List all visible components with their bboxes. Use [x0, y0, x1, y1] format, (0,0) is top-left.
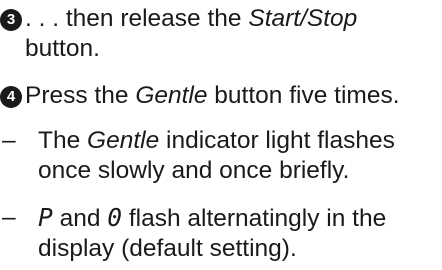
gentle-term: Gentle	[87, 127, 160, 154]
step-3-text-a: . . . then release the	[25, 5, 249, 32]
step-number-badge: 4	[0, 86, 22, 108]
step-4-text: Press the Gentle button five times.	[25, 81, 400, 111]
note-gentle-light-text: The Gentle indicator light flashes once …	[38, 126, 395, 186]
step-3: 3 . . . then release the Start/Stop butt…	[0, 4, 442, 64]
note-1-a: The	[38, 127, 88, 154]
dash-marker: –	[2, 204, 16, 231]
gentle-term: Gentle	[135, 82, 208, 109]
step-4: 4 Press the Gentle button five times.	[0, 81, 442, 111]
step-3-text-b: button.	[25, 35, 100, 62]
note-gentle-light: – The Gentle indicator light flashes onc…	[0, 126, 442, 186]
note-2-mid: and	[52, 205, 108, 232]
note-display-flash: – P and 0 flash alternatingly in the dis…	[0, 203, 442, 264]
note-2-line2: display (default setting).	[38, 235, 297, 262]
step-number-badge: 3	[0, 9, 22, 31]
step-3-text: . . . then release the Start/Stop button…	[25, 4, 357, 64]
display-symbol-0: 0	[107, 203, 123, 232]
note-1-b: indicator light flashes	[159, 127, 395, 154]
note-display-flash-text: P and 0 flash alternatingly in the displ…	[38, 203, 386, 264]
note-2-rest: flash alternatingly in the	[122, 205, 387, 232]
step-4-text-a: Press the	[25, 82, 136, 109]
dash-marker: –	[2, 127, 16, 154]
note-1-line2: once slowly and once briefly.	[38, 157, 350, 184]
display-symbol-p: P	[38, 203, 53, 232]
step-4-text-b: button five times.	[207, 82, 400, 109]
start-stop-term: Start/Stop	[248, 5, 358, 32]
